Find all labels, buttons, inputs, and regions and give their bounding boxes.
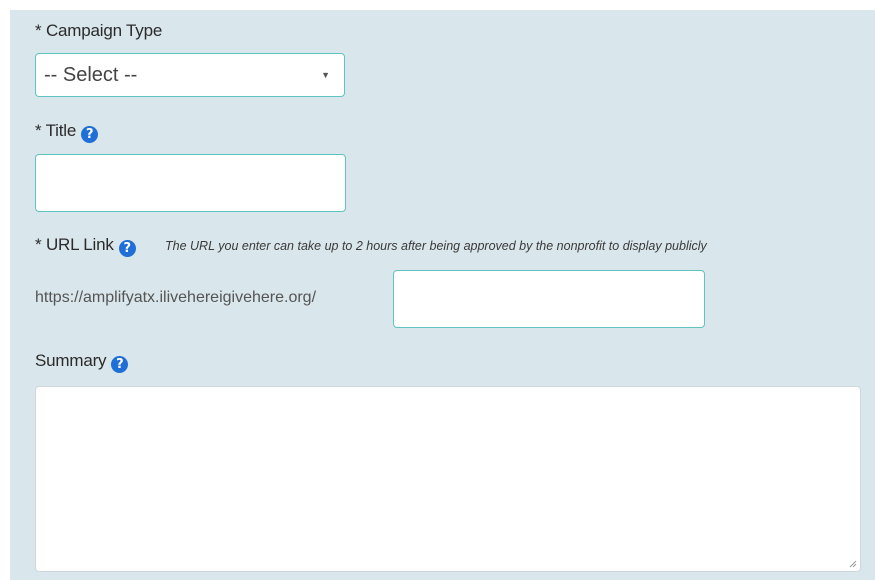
url-link-label: * URL Link? xyxy=(35,235,136,257)
resize-grip-icon[interactable] xyxy=(849,560,857,568)
url-prefix: https://amplifyatx.ilivehereigivehere.or… xyxy=(35,289,317,306)
url-link-label-text: * URL Link xyxy=(35,235,114,254)
summary-textarea[interactable] xyxy=(35,386,861,572)
summary-label: Summary? xyxy=(35,351,129,373)
campaign-type-select[interactable]: -- Select -- ▼ xyxy=(35,53,345,97)
question-circle-icon[interactable]: ? xyxy=(81,126,99,143)
campaign-type-selected-value: -- Select -- xyxy=(44,64,138,86)
summary-label-text: Summary xyxy=(35,351,107,370)
url-link-hint: The URL you enter can take up to 2 hours… xyxy=(165,239,707,253)
question-circle-icon[interactable]: ? xyxy=(111,356,129,373)
campaign-type-label: * Campaign Type xyxy=(35,21,162,41)
title-label: * Title? xyxy=(35,121,99,143)
chevron-down-icon: ▼ xyxy=(321,70,330,80)
campaign-type-label-text: * Campaign Type xyxy=(35,21,163,40)
title-input[interactable] xyxy=(35,154,346,212)
url-slug-input[interactable] xyxy=(393,270,705,328)
title-label-text: * Title xyxy=(35,121,77,140)
question-circle-icon[interactable]: ? xyxy=(118,240,136,257)
